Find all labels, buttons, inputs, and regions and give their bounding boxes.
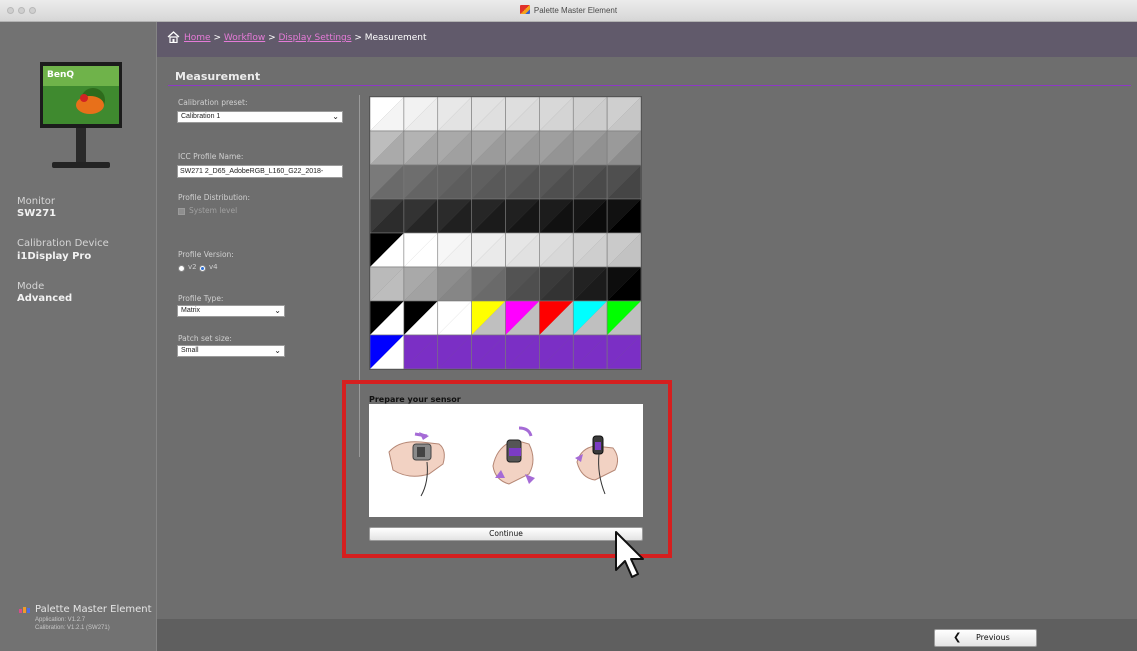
home-icon[interactable] (167, 31, 180, 43)
profile-version-v4-label: v4 (209, 263, 218, 271)
brand-logo-icon (19, 607, 30, 613)
application-version: Application: V1.2.7 (35, 617, 86, 623)
page-title: Measurement (175, 70, 261, 83)
calibration-device-value: i1Display Pro (17, 251, 92, 262)
chevron-down-icon: ⌄ (274, 346, 281, 355)
breadcrumb: Home > Workflow > Display Settings > Mea… (184, 33, 427, 43)
app-icon (519, 5, 530, 14)
window-title-text: Palette Master Element (533, 6, 618, 15)
chevron-down-icon: ⌄ (274, 306, 281, 315)
window-title: Palette Master Element (0, 0, 1137, 22)
icc-profile-name-input[interactable]: SW271 2_D65_AdobeRGB_L160_G22_2018- (177, 165, 343, 178)
calibration-preset-label: Calibration preset: (178, 98, 248, 107)
breadcrumb-separator: > (354, 33, 362, 43)
calibration-preset-select[interactable]: Calibration 1 ⌄ (177, 111, 343, 123)
mode-label: Mode (17, 281, 45, 292)
breadcrumb-separator: > (268, 33, 276, 43)
breadcrumb-separator: > (213, 33, 221, 43)
breadcrumb-bar: Home > Workflow > Display Settings > Mea… (157, 22, 1137, 57)
system-level-checkbox[interactable] (178, 208, 185, 215)
profile-type-value: Matrix (181, 307, 201, 314)
title-divider (168, 85, 1131, 86)
profile-version-v4-radio[interactable] (199, 265, 206, 272)
chevron-down-icon: ⌄ (332, 112, 339, 121)
brand-name: Palette Master Element (35, 604, 152, 615)
patch-set-size-value: Small (181, 347, 199, 354)
monitor-value: SW271 (17, 208, 57, 219)
calibration-device-label: Calibration Device (17, 238, 109, 249)
patch-set-size-select[interactable]: Small ⌄ (177, 345, 285, 357)
breadcrumb-current: Measurement (364, 33, 427, 43)
patch-set-size-label: Patch set size: (178, 334, 232, 343)
profile-version-v2-label: v2 (188, 263, 197, 271)
chevron-left-icon: ❮ (953, 632, 962, 643)
window-titlebar: Palette Master Element (0, 0, 1137, 22)
profile-type-label: Profile Type: (178, 294, 224, 303)
breadcrumb-home-link[interactable]: Home (184, 33, 211, 43)
profile-version-v2-radio[interactable] (178, 265, 185, 272)
breadcrumb-workflow-link[interactable]: Workflow (224, 33, 265, 43)
monitor-image: BenQ (40, 62, 122, 168)
calibration-preset-value: Calibration 1 (181, 113, 221, 120)
icc-profile-name-label: ICC Profile Name: (178, 152, 244, 161)
previous-button[interactable]: ❮ Previous (934, 629, 1037, 647)
profile-distribution-label: Profile Distribution: (178, 193, 250, 202)
profile-type-select[interactable]: Matrix ⌄ (177, 305, 285, 317)
sidebar: BenQ Monitor SW271 Calibration Device i1… (0, 22, 157, 651)
monitor-label: Monitor (17, 196, 56, 207)
mouse-cursor-icon (615, 531, 644, 578)
previous-button-label: Previous (976, 633, 1010, 642)
breadcrumb-display-settings-link[interactable]: Display Settings (279, 33, 352, 43)
svg-text:BenQ: BenQ (47, 70, 74, 80)
system-level-label: System level (189, 206, 238, 215)
calibration-version: Calibration: V1.2.1 (SW271) (35, 625, 110, 631)
profile-version-label: Profile Version: (178, 250, 234, 259)
mode-value: Advanced (17, 293, 73, 304)
color-patch-grid (369, 96, 642, 370)
